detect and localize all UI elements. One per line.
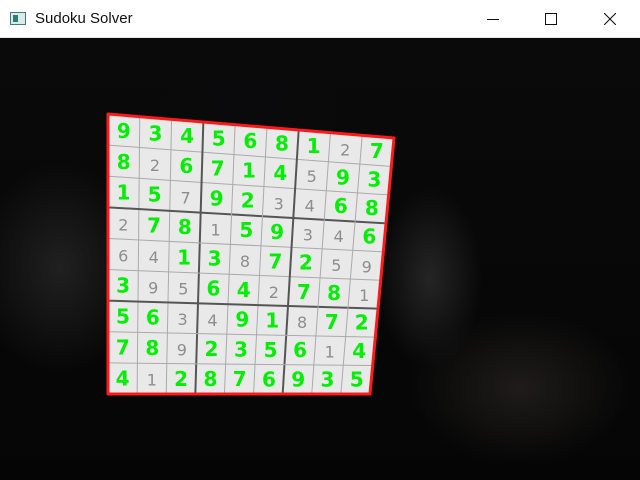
solved-digit: 9	[235, 308, 249, 332]
solved-digit: 9	[117, 119, 131, 143]
solved-digit: 1	[307, 134, 321, 158]
given-digit: 4	[207, 311, 217, 330]
solved-digit: 3	[320, 368, 334, 392]
given-digit: 1	[325, 343, 335, 362]
solved-digit: 3	[148, 121, 162, 145]
given-digit: 6	[118, 247, 128, 266]
solved-digit: 1	[265, 308, 279, 332]
solved-digit: 2	[204, 337, 218, 361]
solved-digit: 3	[208, 247, 222, 271]
solved-digit: 2	[299, 251, 313, 275]
given-digit: 2	[118, 216, 128, 235]
solved-digit: 6	[334, 194, 348, 218]
solved-digit: 8	[275, 131, 289, 155]
solved-digit: 6	[207, 277, 221, 301]
solved-digit: 1	[242, 159, 256, 183]
solved-digit: 8	[145, 336, 159, 360]
given-digit: 7	[180, 189, 190, 208]
solved-digit: 4	[180, 124, 194, 148]
solved-digit: 5	[264, 338, 278, 362]
given-digit: 1	[210, 221, 220, 240]
solved-digit: 5	[148, 183, 162, 207]
solved-digit: 6	[362, 225, 376, 249]
given-digit: 9	[362, 257, 372, 276]
solved-digit: 8	[117, 150, 131, 174]
solved-digit: 3	[116, 274, 130, 298]
given-digit: 2	[340, 140, 350, 159]
solved-digit: 8	[203, 367, 217, 391]
solved-digit: 2	[355, 311, 369, 335]
solved-digit: 8	[327, 281, 341, 305]
solved-digit: 1	[177, 245, 191, 269]
given-digit: 8	[240, 252, 250, 271]
given-digit: 4	[333, 227, 343, 246]
solved-digit: 5	[212, 126, 226, 150]
solved-digit: 2	[174, 367, 188, 391]
given-digit: 5	[331, 256, 341, 275]
solved-digit: 8	[365, 196, 379, 220]
solved-digit: 9	[210, 187, 224, 211]
solved-digit: 3	[234, 337, 248, 361]
solved-digit: 7	[147, 213, 161, 237]
given-digit: 2	[150, 156, 160, 175]
solved-digit: 9	[291, 367, 305, 391]
solved-digit: 7	[116, 336, 130, 360]
given-digit: 5	[307, 167, 317, 186]
given-digit: 2	[269, 283, 279, 302]
given-digit: 1	[147, 371, 157, 390]
solved-digit: 9	[336, 165, 350, 189]
solved-digit: 7	[297, 280, 311, 304]
given-digit: 4	[149, 248, 159, 267]
solved-digit: 5	[239, 218, 253, 242]
solved-digit: 7	[211, 156, 225, 180]
solved-digit: 7	[233, 367, 247, 391]
solved-digit: 2	[241, 188, 255, 212]
given-digit: 8	[297, 313, 307, 332]
solved-digit: 7	[268, 249, 282, 273]
given-digit: 5	[178, 280, 188, 299]
solved-digit: 1	[117, 181, 131, 205]
solved-digit: 4	[116, 367, 130, 391]
given-digit: 3	[274, 194, 284, 213]
solved-digit: 3	[367, 168, 381, 192]
solved-digit: 6	[146, 305, 160, 329]
sudoku-board-overlay: 9 3 4 5 6 8 1 2 78 2 6 7 1 4 5 9 31 5 7 9 2 3 4 6 82 7 8 1 5 9 3 4 66 4 1 3…	[106, 112, 396, 396]
solved-digit: 4	[237, 278, 251, 302]
given-digit: 9	[177, 340, 187, 359]
solved-digit: 9	[270, 220, 284, 244]
solved-digit: 6	[293, 338, 307, 362]
solved-digit: 5	[116, 305, 130, 329]
solved-digit: 7	[325, 310, 339, 334]
solved-digit: 4	[352, 339, 366, 363]
solved-digit: 5	[350, 368, 364, 392]
solved-digit: 6	[243, 129, 257, 153]
solved-digit: 8	[178, 215, 192, 239]
sudoku-solver-window: Sudoku Solver 93456812782671459315792346…	[0, 0, 640, 480]
solved-digit: 7	[370, 139, 384, 163]
solved-digit: 4	[273, 161, 287, 185]
given-digit: 3	[178, 310, 188, 329]
given-digit: 9	[148, 279, 158, 298]
given-digit: 1	[359, 286, 369, 305]
given-digit: 3	[303, 225, 313, 244]
solved-digit: 6	[262, 367, 276, 391]
given-digit: 4	[305, 196, 315, 215]
solved-digit: 6	[179, 154, 193, 178]
